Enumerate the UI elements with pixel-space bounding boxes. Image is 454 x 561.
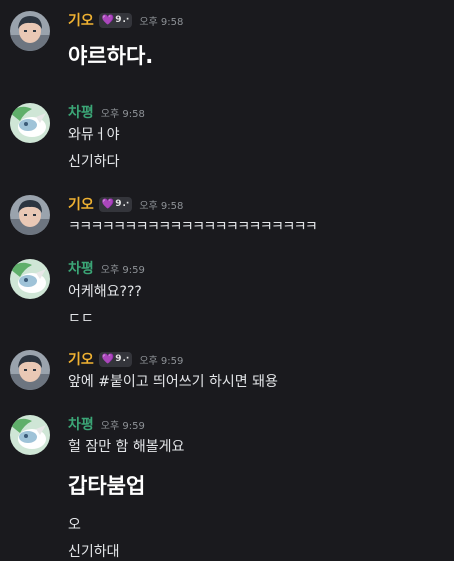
avatar-image — [10, 415, 50, 455]
avatar-chap[interactable] — [10, 259, 50, 299]
message-text: 신기하다 — [68, 154, 120, 170]
timestamp[interactable]: 오후 9:59 — [101, 417, 145, 432]
message-text: 어케해요??? — [68, 284, 142, 300]
timestamp[interactable]: 오후 9:59 — [139, 352, 183, 367]
avatar-image — [10, 11, 50, 51]
avatar-chap[interactable] — [10, 415, 50, 455]
heart-icon: 💜 — [101, 14, 115, 26]
badge-suffix: .· — [122, 199, 130, 209]
username[interactable]: 기오 — [68, 349, 94, 369]
badge-text: 9 — [115, 199, 122, 209]
heart-icon: 💜 — [101, 198, 115, 210]
message-header: 차평 오후 9:59 — [68, 415, 145, 433]
message-header: 차평 오후 9:59 — [68, 259, 145, 277]
server-tag-badge[interactable]: 💜 9 .· — [98, 351, 133, 367]
message-header: 차평 오후 9:58 — [68, 103, 145, 121]
message-text: 야르하다. — [68, 44, 154, 68]
message-text: 헐 잠만 함 해볼게요 — [68, 439, 185, 455]
message-text: 오 — [68, 517, 81, 533]
badge-suffix: .· — [122, 15, 130, 25]
heart-icon: 💜 — [101, 353, 115, 365]
message-text: ㄷㄷ — [68, 311, 94, 327]
username[interactable]: 차평 — [68, 102, 94, 122]
username[interactable]: 기오 — [68, 10, 94, 30]
message-text: 신기하대 — [68, 544, 120, 560]
avatar-image — [10, 195, 50, 235]
avatar-giho[interactable] — [10, 195, 50, 235]
avatar-giho[interactable] — [10, 11, 50, 51]
timestamp[interactable]: 오후 9:58 — [101, 105, 145, 120]
username[interactable]: 기오 — [68, 194, 94, 214]
timestamp[interactable]: 오후 9:58 — [139, 197, 183, 212]
avatar-image — [10, 350, 50, 390]
message-header: 기오 💜 9 .· 오후 9:58 — [68, 11, 183, 29]
badge-text: 9 — [115, 354, 122, 364]
server-tag-badge[interactable]: 💜 9 .· — [98, 196, 133, 212]
badge-suffix: .· — [122, 354, 130, 364]
message-text: 와뮤ㅓ야 — [68, 127, 120, 143]
avatar-image — [10, 259, 50, 299]
timestamp[interactable]: 오후 9:59 — [101, 261, 145, 276]
badge-text: 9 — [115, 15, 122, 25]
username[interactable]: 차평 — [68, 414, 94, 434]
message-text: 갑타붐업 — [68, 474, 146, 498]
username[interactable]: 차평 — [68, 258, 94, 278]
avatar-chap[interactable] — [10, 103, 50, 143]
message-text: 앞에 #붙이고 띄어쓰기 하시면 돼용 — [68, 374, 278, 390]
avatar-image — [10, 103, 50, 143]
message-header: 기오 💜 9 .· 오후 9:58 — [68, 195, 183, 213]
server-tag-badge[interactable]: 💜 9 .· — [98, 12, 133, 28]
message-header: 기오 💜 9 .· 오후 9:59 — [68, 350, 183, 368]
message-text: ㅋㅋㅋㅋㅋㅋㅋㅋㅋㅋㅋㅋㅋㅋㅋㅋㅋㅋㅋㅋㅋㅋ — [68, 219, 318, 235]
avatar-giho[interactable] — [10, 350, 50, 390]
timestamp[interactable]: 오후 9:58 — [139, 13, 183, 28]
